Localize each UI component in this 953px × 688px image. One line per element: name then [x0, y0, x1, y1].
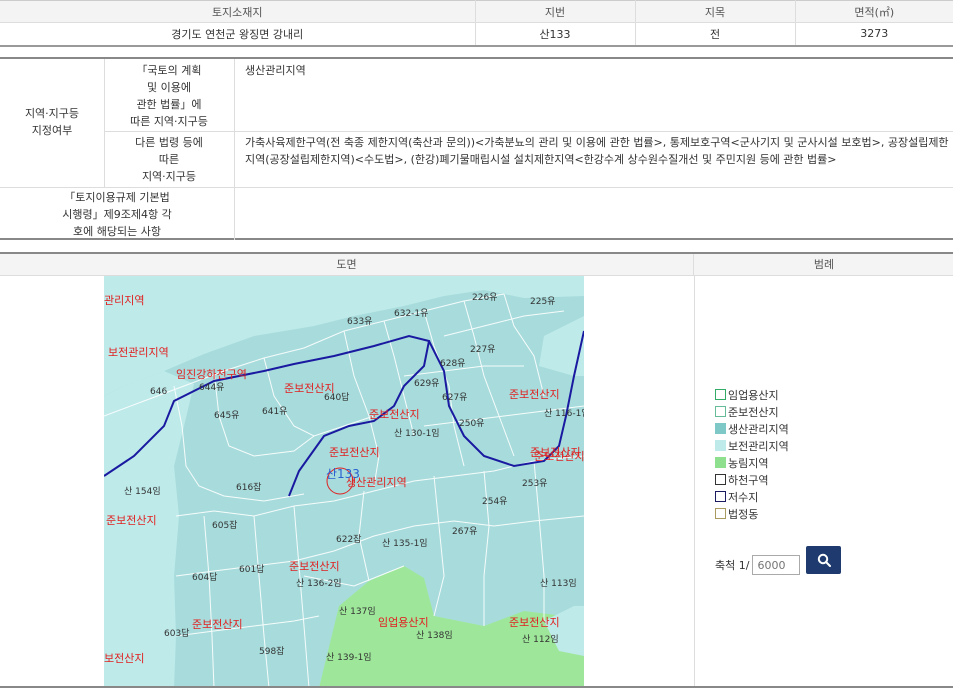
legend-title: 범례: [813, 258, 835, 271]
svg-text:관리지역: 관리지역: [104, 294, 144, 307]
svg-text:644유: 644유: [199, 382, 224, 393]
map-title: 도면: [0, 254, 694, 276]
land-info-row: 경기도 연천군 왕징면 강내리 산133 전 3273: [0, 22, 953, 47]
legend-item-conservation-management: 보전관리지역: [715, 437, 789, 454]
zoning-table: 지역·지구등 지정여부 「국토의 계획 및 이용에 관한 법률」에 따른 지역·…: [0, 57, 953, 240]
legend-item-semi-conservation: 준보전산지: [715, 403, 789, 420]
scale-label: 축척 1/: [715, 559, 750, 572]
svg-text:보전산지: 보전산지: [104, 652, 144, 665]
legend-item-legal-district: 법정동: [715, 505, 789, 522]
svg-text:226유: 226유: [472, 292, 497, 303]
cadastral-map[interactable]: 226유 225유 633유 632-1유 227유 628유 629유 627…: [104, 276, 584, 688]
national-planning-law-label: 「국토의 계획 및 이용에 관한 법률」에 따른 지역·지구등: [130, 64, 208, 128]
svg-text:616잡: 616잡: [236, 481, 261, 493]
svg-text:622잡: 622잡: [336, 533, 361, 545]
header-area: 면적(㎡): [795, 0, 953, 23]
svg-text:산 139-1임: 산 139-1임: [326, 651, 372, 663]
svg-text:준보전산지: 준보전산지: [369, 408, 420, 421]
other-laws-label: 다른 법령 등에 따른 지역·지구등: [135, 136, 203, 183]
svg-text:산 154임: 산 154임: [124, 485, 161, 497]
map-scale: 축척 1/: [715, 555, 801, 575]
svg-text:629유: 629유: [414, 378, 439, 389]
land-category-value: 전: [635, 22, 796, 47]
svg-text:628유: 628유: [440, 358, 465, 369]
header-lot-number: 지번: [475, 0, 636, 23]
svg-text:605잡: 605잡: [212, 519, 237, 531]
legend-swatch: [715, 406, 726, 417]
svg-text:준보전산지: 준보전산지: [284, 382, 335, 395]
map-legend: 임업용산지 준보전산지 생산관리지역 보전관리지역 농림지역 하천구역 저수지 …: [715, 386, 789, 522]
svg-text:준보전산지: 준보전산지: [534, 450, 584, 463]
svg-text:산 113임: 산 113임: [540, 577, 577, 589]
legend-item-river: 하천구역: [715, 471, 789, 488]
svg-text:250유: 250유: [459, 418, 484, 429]
area-value: 3273: [795, 22, 953, 47]
legend-swatch: [715, 457, 726, 468]
svg-text:준보전산지: 준보전산지: [329, 446, 380, 459]
legend-item-production-management: 생산관리지역: [715, 420, 789, 437]
legend-item-forestry: 임업용산지: [715, 386, 789, 403]
search-icon: [817, 553, 831, 567]
svg-text:준보전산지: 준보전산지: [509, 616, 560, 629]
svg-text:645유: 645유: [214, 410, 239, 421]
legend-swatch: [715, 440, 726, 451]
legend-swatch: [715, 491, 726, 502]
svg-text:253유: 253유: [522, 478, 547, 489]
land-info-header-row: 토지소재지 지번 지목 면적(㎡): [0, 0, 953, 23]
svg-text:601답: 601답: [239, 563, 264, 575]
legend-swatch: [715, 389, 726, 400]
lot-number-value: 산133: [475, 22, 636, 47]
svg-text:627유: 627유: [442, 392, 467, 403]
header-location: 토지소재지: [0, 0, 476, 23]
svg-text:산 116-1임: 산 116-1임: [544, 407, 584, 419]
svg-text:산 130-1임: 산 130-1임: [394, 427, 440, 439]
other-laws-value: 가축사육제한구역(전 축종 제한지역(축산과 문의))<가축분뇨의 관리 및 이…: [245, 136, 949, 166]
svg-text:준보전산지: 준보전산지: [192, 618, 243, 631]
svg-text:준보전산지: 준보전산지: [289, 560, 340, 573]
location-value: 경기도 연천군 왕징면 강내리: [0, 22, 476, 47]
svg-text:산133: 산133: [326, 467, 360, 481]
svg-text:보전관리지역: 보전관리지역: [108, 346, 169, 359]
legend-swatch: [715, 423, 726, 434]
map-section-header: 도면 범례: [0, 252, 953, 276]
land-use-regulation-label: 「토지이용규제 기본법 시행령」제9조제4항 각 호에 해당되는 사항: [62, 191, 172, 238]
svg-text:598잡: 598잡: [259, 645, 284, 657]
svg-text:산 112임: 산 112임: [522, 633, 559, 645]
svg-text:632-1유: 632-1유: [394, 308, 428, 319]
scale-input[interactable]: [752, 555, 801, 575]
cadastral-map-svg: 226유 225유 633유 632-1유 227유 628유 629유 627…: [104, 276, 584, 688]
legend-swatch: [715, 508, 726, 519]
svg-text:633유: 633유: [347, 316, 372, 327]
svg-text:641유: 641유: [262, 406, 287, 417]
zoning-row-header: 지역·지구등 지정여부: [24, 107, 80, 137]
svg-text:603답: 603답: [164, 627, 189, 639]
legend-item-agricultural: 농림지역: [715, 454, 789, 471]
svg-text:임업용산지: 임업용산지: [378, 616, 429, 629]
svg-text:267유: 267유: [452, 526, 477, 537]
svg-text:225유: 225유: [530, 296, 555, 307]
svg-text:산 135-1임: 산 135-1임: [382, 537, 428, 549]
scale-search-button[interactable]: [806, 546, 841, 574]
svg-text:산 138임: 산 138임: [416, 629, 453, 641]
svg-text:산 137임: 산 137임: [339, 605, 376, 617]
svg-text:646: 646: [150, 387, 167, 397]
svg-text:254유: 254유: [482, 496, 507, 507]
svg-text:산 136-2임: 산 136-2임: [296, 577, 342, 589]
svg-text:604답: 604답: [192, 571, 217, 583]
header-land-category: 지목: [635, 0, 796, 23]
svg-text:준보전산지: 준보전산지: [106, 514, 157, 527]
svg-text:227유: 227유: [470, 344, 495, 355]
land-info-table: 토지소재지 지번 지목 면적(㎡) 경기도 연천군 왕징면 강내리 산133 전…: [0, 0, 953, 47]
legend-item-reservoir: 저수지: [715, 488, 789, 505]
legend-swatch: [715, 474, 726, 485]
svg-text:임진강하천구역: 임진강하천구역: [176, 367, 247, 381]
national-planning-law-value: 생산관리지역: [245, 64, 306, 77]
svg-text:준보전산지: 준보전산지: [509, 388, 560, 401]
